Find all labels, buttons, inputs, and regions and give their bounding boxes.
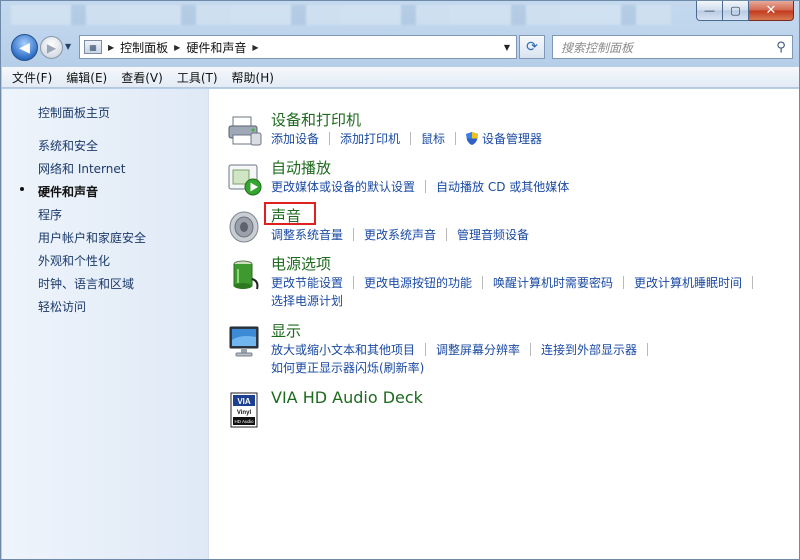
link-change-system-sounds[interactable]: 更改系统声音	[364, 226, 436, 243]
speaker-icon[interactable]	[227, 209, 263, 245]
link-separator	[329, 132, 331, 145]
highlight-annotation-box	[264, 202, 316, 225]
link-separator	[446, 228, 448, 241]
link-choose-power-plan[interactable]: 选择电源计划	[271, 294, 343, 308]
caption-buttons: — ▢ ✕	[696, 1, 794, 21]
current-item-bullet	[20, 187, 24, 191]
link-separator	[623, 276, 625, 289]
vinyl-logo-text: Vinyl	[237, 410, 252, 416]
blurred-taskbar-background	[11, 5, 671, 25]
search-input[interactable]: 搜索控制面板	[553, 39, 770, 56]
control-panel-window: — ▢ ✕ ◀ ▶ ▼ ▦ ▶ 控制面板 ▶ 硬件和声音 ▶ ▼ ⟳ 搜索控制面…	[0, 0, 800, 560]
link-text-size[interactable]: 放大或缩小文本和其他项目	[271, 341, 415, 358]
link-wake-password[interactable]: 唤醒计算机时需要密码	[493, 274, 613, 291]
section-links-row2: 如何更正显示器闪烁(刷新率)	[271, 359, 424, 376]
breadcrumb-separator[interactable]: ▶	[174, 43, 180, 52]
menu-file[interactable]: 文件(F)	[12, 69, 52, 86]
section-links: 更改节能设置 更改电源按钮的功能 唤醒计算机时需要密码 更改计算机睡眠时间	[271, 274, 763, 291]
sidebar-item-system-security[interactable]: 系统和安全	[38, 137, 98, 154]
refresh-button[interactable]: ⟳	[519, 35, 545, 59]
menu-help[interactable]: 帮助(H)	[232, 69, 274, 86]
sidebar-item-ease-of-access[interactable]: 轻松访问	[38, 298, 86, 315]
monitor-icon[interactable]	[227, 324, 263, 360]
link-change-default-media[interactable]: 更改媒体或设备的默认设置	[271, 178, 415, 195]
sidebar-item-programs[interactable]: 程序	[38, 206, 62, 223]
search-icon[interactable]: ⚲	[770, 40, 792, 55]
menu-bar: 文件(F) 编辑(E) 查看(V) 工具(T) 帮助(H)	[2, 67, 799, 88]
link-mouse[interactable]: 鼠标	[421, 130, 445, 147]
sidebar-item-appearance[interactable]: 外观和个性化	[38, 252, 110, 269]
back-arrow-icon: ◀	[19, 39, 30, 56]
content-area: 控制面板主页 系统和安全 网络和 Internet 硬件和声音 程序 用户帐户和…	[2, 89, 799, 559]
link-screen-resolution[interactable]: 调整屏幕分辨率	[436, 341, 520, 358]
navigation-row: ◀ ▶ ▼ ▦ ▶ 控制面板 ▶ 硬件和声音 ▶ ▼ ⟳ 搜索控制面板 ⚲	[1, 31, 799, 65]
forward-arrow-icon: ▶	[46, 40, 57, 55]
link-separator	[425, 180, 427, 193]
refresh-icon: ⟳	[526, 39, 538, 55]
breadcrumb-hardware-sound[interactable]: 硬件和声音	[186, 39, 246, 56]
section-links: 添加设备 添加打印机 鼠标 设备管理器	[271, 130, 542, 147]
hd-audio-logo-text: HD Audio	[234, 419, 254, 424]
search-box[interactable]: 搜索控制面板 ⚲	[552, 35, 793, 59]
link-sleep-time[interactable]: 更改计算机睡眠时间	[634, 274, 742, 291]
breadcrumb-separator[interactable]: ▶	[108, 43, 114, 52]
link-device-manager[interactable]: 设备管理器	[482, 130, 542, 147]
link-separator	[353, 228, 355, 241]
uac-shield-icon	[466, 132, 479, 145]
link-add-printer[interactable]: 添加打印机	[340, 130, 400, 147]
main-pane: 设备和打印机 添加设备 添加打印机 鼠标 设备管理器 自动播放 更改媒体或设备的…	[209, 89, 799, 559]
sidebar-item-clock-language[interactable]: 时钟、语言和区域	[38, 275, 134, 292]
section-links: 放大或缩小文本和其他项目 调整屏幕分辨率 连接到外部显示器	[271, 341, 658, 358]
link-manage-audio-devices[interactable]: 管理音频设备	[457, 226, 529, 243]
sidebar-item-home[interactable]: 控制面板主页	[38, 104, 110, 121]
title-bar[interactable]: — ▢ ✕	[1, 1, 799, 29]
menu-view[interactable]: 查看(V)	[121, 69, 163, 86]
link-refresh-rate[interactable]: 如何更正显示器闪烁(刷新率)	[271, 361, 424, 375]
link-separator	[530, 343, 532, 356]
link-power-button-function[interactable]: 更改电源按钮的功能	[364, 274, 472, 291]
link-separator	[752, 276, 754, 289]
section-links: 更改媒体或设备的默认设置 自动播放 CD 或其他媒体	[271, 178, 569, 195]
forward-button[interactable]: ▶	[40, 36, 63, 59]
link-separator	[647, 343, 649, 356]
sidebar-item-user-accounts[interactable]: 用户帐户和家庭安全	[38, 229, 146, 246]
control-panel-icon: ▦	[84, 40, 102, 54]
maximize-button[interactable]: ▢	[723, 1, 749, 21]
link-autoplay-cd[interactable]: 自动播放 CD 或其他媒体	[436, 178, 569, 195]
link-separator	[425, 343, 427, 356]
via-logo-text: VIA	[237, 397, 251, 406]
back-button[interactable]: ◀	[11, 34, 38, 61]
autoplay-icon[interactable]	[227, 161, 263, 197]
menu-tools[interactable]: 工具(T)	[177, 69, 218, 86]
link-add-device[interactable]: 添加设备	[271, 130, 319, 147]
section-title-display[interactable]: 显示	[271, 320, 301, 341]
section-links: 调整系统音量 更改系统声音 管理音频设备	[271, 226, 529, 243]
battery-icon[interactable]	[227, 257, 263, 293]
via-audio-icon[interactable]: VIA Vinyl HD Audio	[227, 392, 263, 428]
link-external-display[interactable]: 连接到外部显示器	[541, 341, 637, 358]
link-power-saving-settings[interactable]: 更改节能设置	[271, 274, 343, 291]
left-navigation-pane: 控制面板主页 系统和安全 网络和 Internet 硬件和声音 程序 用户帐户和…	[2, 89, 209, 559]
printer-icon[interactable]	[227, 113, 263, 149]
sidebar-item-hardware-sound: 硬件和声音	[38, 185, 99, 199]
close-button[interactable]: ✕	[749, 1, 794, 21]
recent-pages-dropdown[interactable]: ▼	[65, 42, 71, 51]
section-title-power-options[interactable]: 电源选项	[271, 253, 331, 274]
minimize-button[interactable]: —	[696, 1, 723, 21]
address-dropdown-button[interactable]: ▼	[498, 43, 516, 52]
link-separator	[410, 132, 412, 145]
link-separator	[482, 276, 484, 289]
link-adjust-volume[interactable]: 调整系统音量	[271, 226, 343, 243]
section-title-via-hd-audio-deck[interactable]: VIA HD Audio Deck	[271, 388, 423, 407]
breadcrumb-control-panel[interactable]: 控制面板	[120, 39, 168, 56]
section-title-autoplay[interactable]: 自动播放	[271, 157, 331, 178]
menu-edit[interactable]: 编辑(E)	[66, 69, 107, 86]
link-separator	[353, 276, 355, 289]
section-links-row2: 选择电源计划	[271, 292, 343, 309]
address-bar[interactable]: ▦ ▶ 控制面板 ▶ 硬件和声音 ▶ ▼	[79, 35, 517, 59]
sidebar-item-network[interactable]: 网络和 Internet	[38, 160, 125, 177]
section-title-devices-printers[interactable]: 设备和打印机	[271, 109, 361, 130]
breadcrumb-separator[interactable]: ▶	[252, 43, 258, 52]
link-separator	[455, 132, 457, 145]
